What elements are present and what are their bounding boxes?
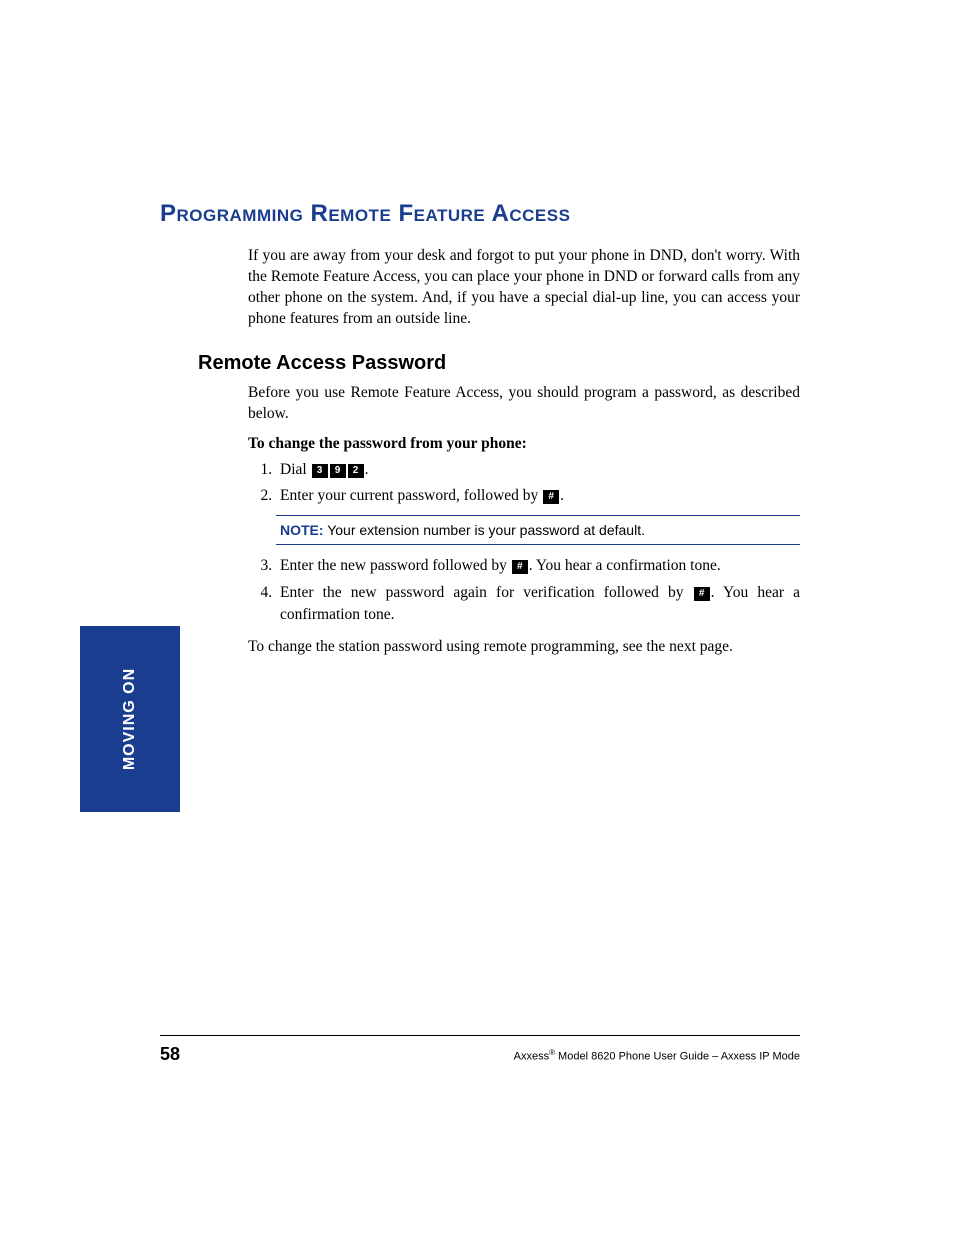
subsection-heading: Remote Access Password	[198, 352, 800, 375]
closing-text: To change the station password using rem…	[248, 637, 800, 658]
side-tab: MOVING ON	[80, 626, 180, 812]
step-1-suffix: .	[365, 461, 369, 478]
step-3-prefix: Enter the new password followed by	[280, 557, 511, 574]
step-4: Enter the new password again for verific…	[276, 582, 800, 627]
step-list: Dial 392. Enter your current password, f…	[248, 459, 800, 508]
section-intro: If you are away from your desk and forgo…	[248, 246, 800, 330]
subsection-intro: Before you use Remote Feature Access, yo…	[248, 383, 800, 425]
step-1-prefix: Dial	[280, 461, 311, 478]
step-2: Enter your current password, followed by…	[276, 485, 800, 507]
keycap-2: 2	[348, 464, 364, 478]
main-content: Programming Remote Feature Access If you…	[160, 200, 800, 668]
section-heading: Programming Remote Feature Access	[160, 200, 800, 228]
step-2-prefix: Enter your current password, followed by	[280, 487, 542, 504]
step-list-continued: Enter the new password followed by #. Yo…	[248, 555, 800, 626]
page-number: 58	[160, 1044, 180, 1065]
note-box: NOTE: Your extension number is your pass…	[276, 515, 800, 545]
keycap-pound-3: #	[694, 587, 710, 601]
step-1: Dial 392.	[276, 459, 800, 481]
footer-text: Axxess® Model 8620 Phone User Guide – Ax…	[514, 1048, 800, 1063]
keycap-3: 3	[312, 464, 328, 478]
step-4-prefix: Enter the new password again for verific…	[280, 584, 693, 601]
procedure-title: To change the password from your phone:	[248, 435, 800, 453]
footer-rule	[160, 1035, 800, 1036]
footer-rest: Model 8620 Phone User Guide – Axxess IP …	[555, 1051, 800, 1063]
footer-brand: Axxess	[514, 1051, 549, 1063]
step-2-suffix: .	[560, 487, 564, 504]
side-tab-label: MOVING ON	[121, 668, 139, 770]
subsection-body: Before you use Remote Feature Access, yo…	[248, 383, 800, 658]
note-text: Your extension number is your password a…	[324, 522, 645, 538]
step-3-suffix: . You hear a confirmation tone.	[529, 557, 721, 574]
step-3: Enter the new password followed by #. Yo…	[276, 555, 800, 577]
keycap-9: 9	[330, 464, 346, 478]
note-label: NOTE:	[280, 522, 324, 538]
keycap-pound-2: #	[512, 560, 528, 574]
document-page: Programming Remote Feature Access If you…	[0, 0, 954, 1235]
keycap-pound: #	[543, 490, 559, 504]
